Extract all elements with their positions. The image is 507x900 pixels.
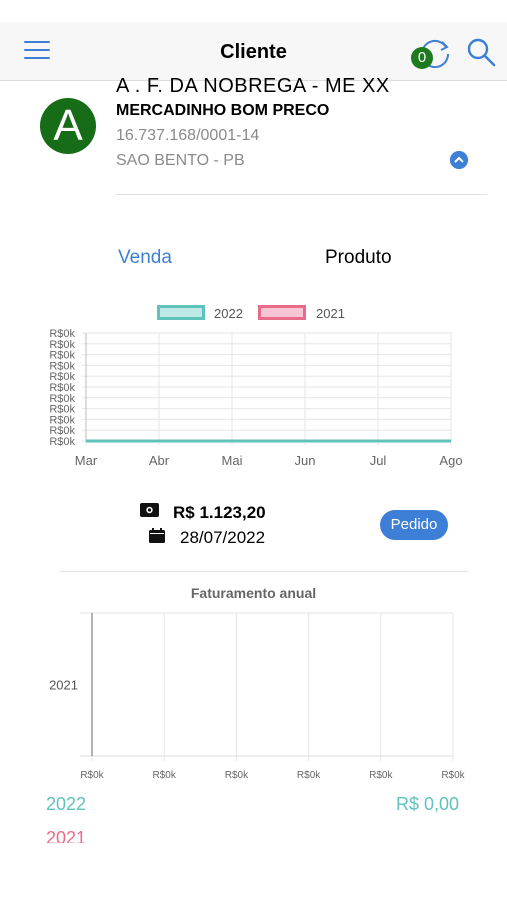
client-trade-name: MERCADINHO BOM PRECO — [116, 102, 330, 119]
annual-year-2021: 2021 — [46, 828, 87, 843]
y-tick-label: R$0k — [49, 436, 75, 448]
chart-legend: 2022 2021 — [0, 304, 507, 324]
x-tick-label: Mar — [75, 453, 98, 468]
tab-venda[interactable]: Venda — [118, 247, 172, 269]
x-tick-label: Jul — [370, 453, 387, 468]
client-city: SAO BENTO - PB — [116, 152, 245, 169]
client-name: A . F. DA NOBREGA - ME XX — [116, 75, 390, 97]
search-icon[interactable] — [466, 37, 496, 67]
last-order-date: 28/07/2022 — [180, 528, 266, 547]
monthly-sales-line-chart: R$0kR$0kR$0kR$0kR$0kR$0kR$0kR$0kR$0kR$0k… — [49, 328, 462, 468]
sync-count-badge: 0 — [411, 47, 433, 69]
legend-label-2022: 2022 — [214, 306, 243, 321]
x-tick-label: R$0k — [80, 770, 104, 781]
pedido-button[interactable]: Pedido — [380, 510, 448, 540]
x-tick-label: Abr — [149, 453, 170, 468]
app-header: Cliente 0 — [0, 22, 507, 81]
legend-label-2021: 2021 — [316, 306, 345, 321]
money-icon — [140, 503, 159, 517]
client-document: 16.737.168/0001-14 — [116, 127, 260, 144]
x-tick-label: Jun — [295, 453, 316, 468]
calendar-icon — [149, 528, 165, 543]
x-tick-label: Mai — [222, 453, 243, 468]
x-tick-label: Ago — [439, 453, 462, 468]
x-tick-label: R$0k — [297, 770, 321, 781]
last-order-amount: R$ 1.123,20 — [173, 503, 266, 522]
annual-chart-title: Faturamento anual — [190, 585, 317, 601]
tab-produto[interactable]: Produto — [325, 247, 392, 269]
x-tick-label: R$0k — [225, 770, 249, 781]
avatar: A — [40, 98, 96, 154]
x-tick-label: R$0k — [441, 770, 465, 781]
x-tick-label: R$0k — [153, 770, 177, 781]
chevron-up-icon[interactable] — [450, 151, 468, 169]
x-tick-label: R$0k — [369, 770, 393, 781]
divider — [60, 571, 468, 572]
annual-revenue-bar-chart: R$0k R$0k R$0k R$0k R$0k R$0k 2021 — [49, 612, 466, 781]
annual-value-2022: R$ 0,00 — [396, 794, 460, 814]
status-bar — [0, 0, 507, 22]
annual-year-2022: 2022 — [46, 794, 87, 814]
legend-swatch-2021 — [258, 305, 306, 320]
legend-swatch-2022 — [157, 305, 205, 320]
divider — [116, 194, 487, 195]
y-tick-label: 2021 — [49, 678, 78, 693]
